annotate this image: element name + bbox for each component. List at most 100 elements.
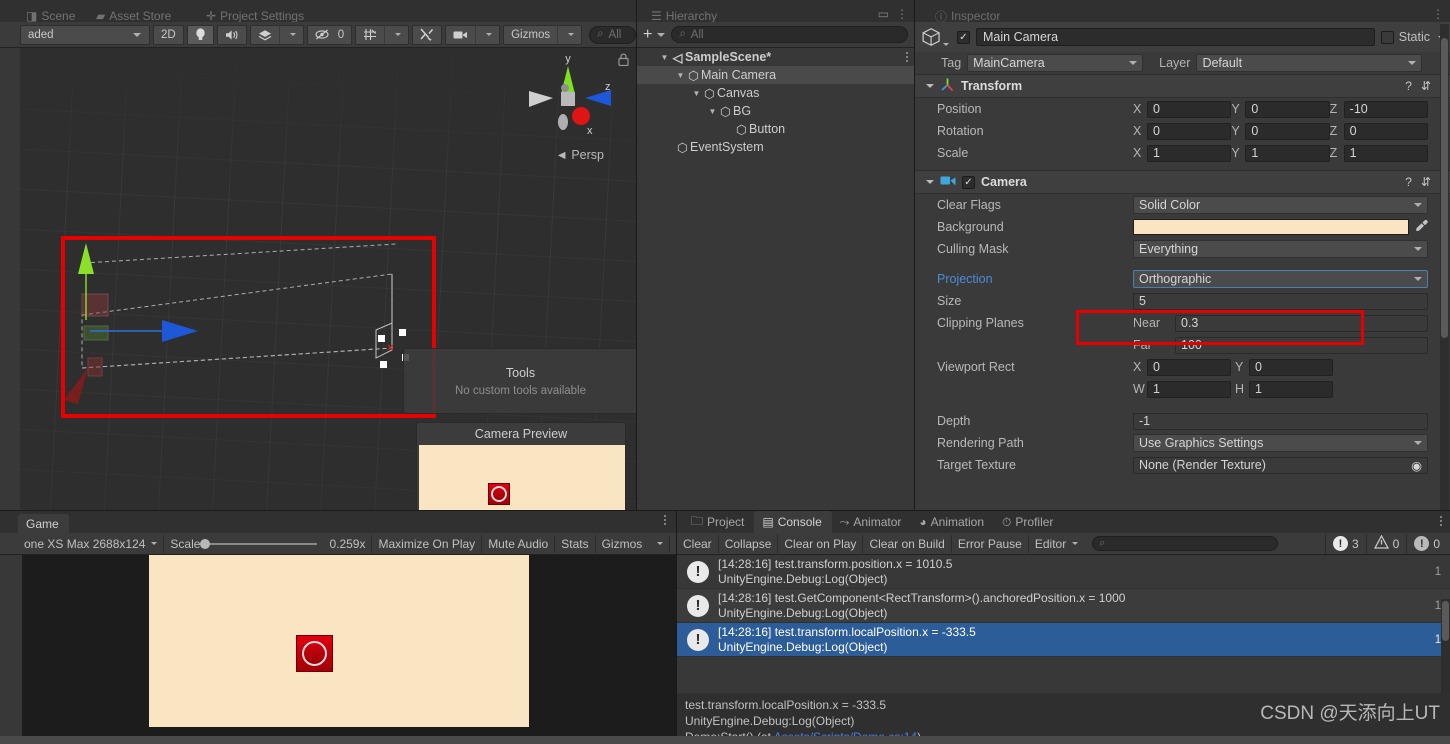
rotation-x-input[interactable]: 0 bbox=[1147, 122, 1232, 140]
rotation-y-input[interactable]: 0 bbox=[1245, 122, 1330, 140]
chevron-down-icon[interactable]: ▼ bbox=[675, 71, 686, 80]
clear-on-play-button[interactable]: Clear on Play bbox=[778, 534, 864, 553]
collapse-button[interactable]: Collapse bbox=[719, 534, 779, 553]
near-input[interactable]: 0.3 bbox=[1175, 314, 1428, 332]
camera-enabled-checkbox[interactable]: ✓ bbox=[962, 175, 975, 189]
tab-animator[interactable]: ⤳ Animator bbox=[832, 511, 912, 533]
scene-projection-label[interactable]: ◄ Persp bbox=[555, 148, 604, 162]
eyedropper-icon[interactable] bbox=[1415, 219, 1428, 235]
depth-input[interactable]: -1 bbox=[1133, 412, 1428, 430]
clear-on-build-button[interactable]: Clear on Build bbox=[863, 534, 952, 553]
clear-flags-dropdown[interactable]: Solid Color bbox=[1133, 196, 1428, 214]
chevron-down-icon[interactable] bbox=[926, 180, 934, 184]
layer-dropdown[interactable]: Default bbox=[1196, 54, 1422, 72]
tab-game[interactable]: Game bbox=[18, 514, 69, 534]
far-input[interactable]: 100 bbox=[1175, 336, 1428, 354]
tab-inspector[interactable]: ⓘ Inspector bbox=[927, 6, 1010, 22]
tab-scene[interactable]: ◨ Scene bbox=[18, 6, 85, 22]
console-log-row[interactable]: ! [14:28:16] test.transform.position.x =… bbox=[677, 555, 1450, 589]
target-texture-field[interactable]: None (Render Texture) ◉ bbox=[1133, 456, 1428, 474]
console-scrollbar[interactable] bbox=[1441, 599, 1450, 693]
culling-mask-dropdown[interactable]: Everything bbox=[1133, 240, 1428, 258]
chevron-down-icon[interactable] bbox=[926, 84, 934, 88]
gameobject-enabled-checkbox[interactable]: ✓ bbox=[957, 30, 970, 44]
lighting-toggle[interactable] bbox=[186, 24, 214, 45]
chevron-down-icon[interactable]: ▼ bbox=[707, 107, 718, 116]
tab-project-settings[interactable]: ✛ Project Settings bbox=[198, 6, 314, 22]
hierarchy-item-samplescene[interactable]: ▼ ◁ SampleScene* bbox=[637, 48, 914, 66]
component-tools-toggle[interactable] bbox=[412, 24, 443, 45]
hierarchy-item-bg[interactable]: ▼ ⬡ BG bbox=[637, 102, 914, 120]
tab-project[interactable]: 🗀 Project bbox=[683, 511, 754, 533]
gameobject-name-input[interactable]: Main Camera bbox=[976, 28, 1375, 46]
viewport-h-input[interactable]: 1 bbox=[1249, 380, 1333, 398]
game-gizmos-caret[interactable] bbox=[648, 534, 671, 553]
scale-slider-knob[interactable] bbox=[200, 538, 211, 549]
hierarchy-item-main-camera[interactable]: ▼ ⬡ Main Camera bbox=[637, 66, 914, 84]
transform-component-header[interactable]: Transform ? ⇵ bbox=[915, 74, 1450, 98]
effects-dropdown[interactable] bbox=[249, 24, 304, 45]
position-z-input[interactable]: -10 bbox=[1343, 100, 1428, 118]
game-viewport[interactable] bbox=[22, 555, 676, 744]
editor-dropdown[interactable]: Editor bbox=[1029, 535, 1084, 553]
scale-x-input[interactable]: 1 bbox=[1147, 144, 1232, 162]
scale-y-input[interactable]: 1 bbox=[1245, 144, 1330, 162]
preset-icon[interactable]: ⇵ bbox=[1421, 175, 1431, 189]
projection-dropdown[interactable]: Orthographic bbox=[1133, 270, 1428, 288]
inspector-scrollbar[interactable] bbox=[1440, 24, 1449, 510]
kebab-menu-icon[interactable]: ⋮ bbox=[1432, 7, 1444, 21]
scene-viewport[interactable]: y z x ◄ Persp Tools No custom tools avai… bbox=[20, 48, 636, 510]
gizmos-caret[interactable] bbox=[557, 25, 581, 44]
chevron-down-icon[interactable]: ▼ bbox=[659, 53, 670, 62]
mode-2d-toggle[interactable]: 2D bbox=[153, 24, 184, 45]
grid-caret[interactable] bbox=[384, 25, 408, 44]
tag-dropdown[interactable]: MainCamera bbox=[967, 54, 1144, 72]
console-search-input[interactable]: ⌕ bbox=[1092, 536, 1279, 551]
static-checkbox[interactable] bbox=[1380, 30, 1394, 44]
lock-icon[interactable] bbox=[618, 53, 629, 69]
rendering-path-dropdown[interactable]: Use Graphics Settings bbox=[1133, 434, 1428, 452]
scale-z-input[interactable]: 1 bbox=[1343, 144, 1428, 162]
viewport-w-input[interactable]: 1 bbox=[1147, 380, 1231, 398]
stats-toggle[interactable]: Stats bbox=[555, 534, 596, 553]
position-y-input[interactable]: 0 bbox=[1245, 100, 1330, 118]
add-gameobject-button[interactable]: + bbox=[643, 26, 666, 44]
mute-audio-toggle[interactable]: Mute Audio bbox=[482, 534, 556, 553]
kebab-menu-icon[interactable]: ⋮ bbox=[896, 7, 908, 21]
camera-component-header[interactable]: ✓ Camera ? ⇵ bbox=[915, 170, 1450, 194]
hierarchy-item-button[interactable]: ⬡ Button bbox=[637, 120, 914, 138]
help-icon[interactable]: ? bbox=[1405, 79, 1412, 93]
viewport-y-input[interactable]: 0 bbox=[1249, 358, 1333, 376]
error-pause-button[interactable]: Error Pause bbox=[952, 534, 1029, 553]
scale-slider-track[interactable] bbox=[200, 538, 318, 549]
warning-count[interactable]: 0 bbox=[1365, 533, 1407, 554]
hierarchy-item-eventsystem[interactable]: ⬡ EventSystem bbox=[637, 138, 914, 156]
effects-caret[interactable] bbox=[278, 25, 303, 44]
camera-settings-dropdown[interactable] bbox=[445, 24, 501, 45]
scene-search-input[interactable]: ⌕ All bbox=[589, 25, 636, 44]
rotation-z-input[interactable]: 0 bbox=[1343, 122, 1428, 140]
size-input[interactable]: 5 bbox=[1133, 292, 1428, 310]
static-toggle[interactable]: Static bbox=[1380, 30, 1444, 44]
tab-hierarchy[interactable]: ☰ Hierarchy bbox=[643, 6, 727, 22]
clear-button[interactable]: Clear bbox=[677, 534, 719, 553]
game-scale-slider[interactable]: Scale bbox=[164, 535, 323, 553]
preset-icon[interactable]: ⇵ bbox=[1421, 79, 1431, 93]
hidden-objects-toggle[interactable]: 0 bbox=[306, 24, 353, 45]
background-color-swatch[interactable] bbox=[1133, 219, 1409, 235]
maximize-on-play-toggle[interactable]: Maximize On Play bbox=[372, 534, 483, 553]
console-log-row[interactable]: ! [14:28:16] test.GetComponent<RectTrans… bbox=[677, 589, 1450, 623]
grid-dropdown[interactable] bbox=[355, 24, 410, 45]
game-gizmos-dropdown[interactable]: Gizmos bbox=[596, 535, 649, 553]
hierarchy-search-input[interactable]: ⌕ All bbox=[671, 26, 908, 43]
tab-console[interactable]: ▤ Console bbox=[754, 511, 832, 533]
shading-mode-dropdown[interactable]: aded bbox=[20, 24, 150, 45]
error-count[interactable]: ! 3 bbox=[1324, 533, 1366, 554]
viewport-x-input[interactable]: 0 bbox=[1147, 358, 1231, 376]
help-icon[interactable]: ? bbox=[1405, 175, 1412, 189]
kebab-menu-icon[interactable] bbox=[906, 52, 908, 62]
position-x-input[interactable]: 0 bbox=[1147, 100, 1232, 118]
gizmos-dropdown[interactable]: Gizmos bbox=[503, 24, 583, 45]
kebab-menu-icon[interactable] bbox=[664, 515, 666, 525]
game-button-sprite[interactable] bbox=[296, 635, 333, 672]
